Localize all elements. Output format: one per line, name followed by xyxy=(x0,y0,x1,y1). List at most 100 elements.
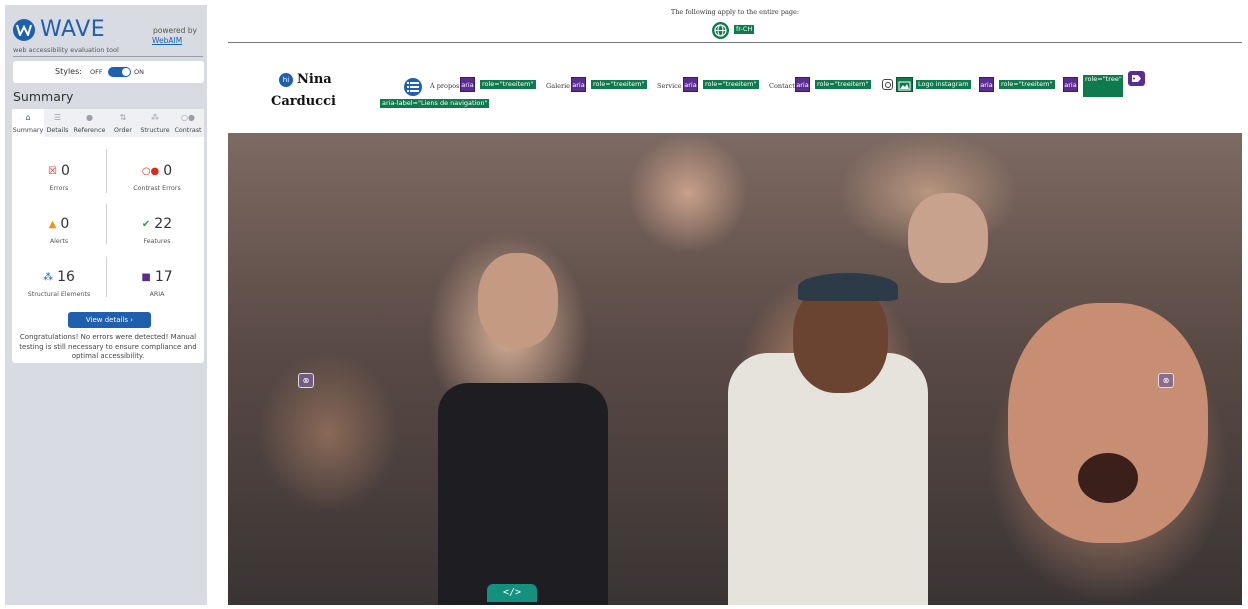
structural-count: 16 xyxy=(57,269,75,285)
stat-structural[interactable]: ⁂ 16 Structural Elements xyxy=(14,261,104,309)
hero-face xyxy=(1008,303,1208,543)
aria-label: ARIA xyxy=(149,291,165,298)
aria-icon[interactable]: aria xyxy=(460,77,475,92)
code-toggle-button[interactable]: </> xyxy=(487,584,537,602)
features-label: Features xyxy=(143,238,171,245)
tab-label: Summary xyxy=(12,127,44,134)
wave-sidebar: WAVE web accessibility evaluation tool p… xyxy=(5,5,207,605)
errors-count: 0 xyxy=(61,163,70,179)
aria-icon[interactable]: aria xyxy=(795,77,810,92)
styles-toggle[interactable] xyxy=(108,67,131,77)
instagram-icon[interactable] xyxy=(882,79,893,90)
features-count: 22 xyxy=(154,216,173,232)
nav-item-service[interactable]: Service xyxy=(657,82,682,90)
tag-icon[interactable] xyxy=(1128,71,1145,86)
alerts-count: 0 xyxy=(60,216,70,232)
stat-divider xyxy=(106,257,107,297)
role-tree-tag[interactable]: role="tree" xyxy=(1083,75,1123,97)
role-treeitem-tag[interactable]: role="treeitem" xyxy=(815,80,871,89)
list-icon: ☰ xyxy=(53,113,62,122)
site-brand[interactable]: hi Nina Carducci xyxy=(271,69,336,113)
contrast-icon: ○● xyxy=(181,113,195,122)
tab-label: Contrast xyxy=(174,127,202,134)
hero-face xyxy=(908,193,988,283)
stat-features[interactable]: ✔ 22 Features xyxy=(112,208,202,256)
tab-label: Order xyxy=(114,127,132,134)
error-icon: ☒ xyxy=(48,166,58,177)
close-icon[interactable]: ⊗ xyxy=(298,373,314,388)
structure-icon: ⁂ xyxy=(151,113,159,122)
stat-alerts[interactable]: ▲ 0 Alerts xyxy=(14,208,104,256)
styles-on-label: ON xyxy=(134,68,144,76)
page-level-note: The following apply to the entire page: xyxy=(670,8,800,16)
congrats-message: Congratulations! No errors were detected… xyxy=(19,333,197,360)
wave-title: WAVE xyxy=(40,17,106,42)
heading-icon[interactable]: hi xyxy=(279,73,293,87)
tab-label: Structure xyxy=(140,127,170,134)
brand-first: Nina xyxy=(297,72,332,87)
stat-aria[interactable]: ■ 17 ARIA xyxy=(112,261,202,309)
aria-icon[interactable]: aria xyxy=(1063,77,1078,92)
role-treeitem-tag[interactable]: role="treeitem" xyxy=(999,80,1055,89)
tab-details[interactable]: ☰ Details xyxy=(44,109,71,137)
wave-logo: WAVE web accessibility evaluation tool p… xyxy=(13,15,203,57)
stat-errors[interactable]: ☒ 0 Errors xyxy=(14,155,104,203)
webaim-link[interactable]: WebAIM xyxy=(152,36,182,45)
hero-crowd-image xyxy=(228,133,1242,605)
structure-icon: ⁂ xyxy=(43,272,54,283)
role-treeitem-tag[interactable]: role="treeitem" xyxy=(480,80,536,89)
wave-app: WAVE web accessibility evaluation tool p… xyxy=(0,0,1248,609)
nav-item-a-propos[interactable]: À propos xyxy=(430,82,459,90)
hero-mouth xyxy=(1078,453,1138,503)
role-treeitem-tag[interactable]: role="treeitem" xyxy=(703,80,759,89)
errors-label: Errors xyxy=(49,185,69,192)
order-icon: ⇅ xyxy=(119,113,127,122)
nav-item-contact[interactable]: Contact xyxy=(769,82,795,90)
tab-structure[interactable]: ⁂ Structure xyxy=(138,109,172,137)
stat-divider xyxy=(106,204,107,244)
home-icon: ⌂ xyxy=(25,113,31,122)
contrast-errors-count: 0 xyxy=(163,163,173,179)
aria-icon: ■ xyxy=(141,272,151,283)
brand-last: Carducci xyxy=(271,94,336,109)
aria-icon[interactable]: aria xyxy=(979,77,994,92)
wave-subtitle: web accessibility evaluation tool xyxy=(13,46,119,54)
hero-face xyxy=(478,253,558,348)
styles-toggle-box: Styles: OFF ON xyxy=(13,61,204,83)
role-treeitem-tag[interactable]: role="treeitem" xyxy=(591,80,647,89)
aria-icon[interactable]: aria xyxy=(571,77,586,92)
list-icon[interactable] xyxy=(404,78,422,96)
hero-cap xyxy=(798,273,898,301)
tab-summary[interactable]: ⌂ Summary xyxy=(12,109,44,137)
aria-label-tag[interactable]: aria-label="Liens de navigation" xyxy=(380,99,490,108)
image-alt-icon[interactable] xyxy=(896,77,913,92)
tab-label: Reference xyxy=(73,127,106,134)
contrast-error-icon: ○● xyxy=(141,166,160,177)
evaluated-page: The following apply to the entire page: … xyxy=(228,5,1242,605)
feature-check-icon: ✔ xyxy=(141,219,151,230)
nav-item-galerie[interactable]: Galerie xyxy=(546,82,570,90)
contrast-errors-label: Contrast Errors xyxy=(133,185,181,192)
close-icon[interactable]: ⊗ xyxy=(1158,373,1174,388)
tab-label: Details xyxy=(46,127,69,134)
stat-divider xyxy=(106,149,107,193)
toggle-knob xyxy=(122,68,130,76)
styles-off-label: OFF xyxy=(90,68,103,76)
hero-shirt-dark xyxy=(438,383,608,605)
alt-text-tag[interactable]: Logo instagram xyxy=(916,80,971,89)
lang-tag[interactable]: fr-CH xyxy=(734,25,755,34)
tab-order[interactable]: ⇅ Order xyxy=(108,109,138,137)
view-details-button[interactable]: View details › xyxy=(68,312,151,328)
wave-logo-icon xyxy=(13,19,35,41)
summary-heading: Summary xyxy=(13,89,74,104)
stat-contrast-errors[interactable]: ○● 0 Contrast Errors xyxy=(112,155,202,203)
globe-icon[interactable] xyxy=(712,22,729,39)
aria-icon[interactable]: aria xyxy=(683,77,698,92)
alert-icon: ▲ xyxy=(48,219,57,230)
page-level-features: The following apply to the entire page: … xyxy=(228,5,1242,43)
structural-label: Structural Elements xyxy=(27,291,91,298)
tab-contrast[interactable]: ○● Contrast xyxy=(172,109,204,137)
tab-reference[interactable]: ● Reference xyxy=(71,109,108,137)
info-icon: ● xyxy=(86,113,93,122)
powered-by-label: powered by xyxy=(153,26,197,35)
